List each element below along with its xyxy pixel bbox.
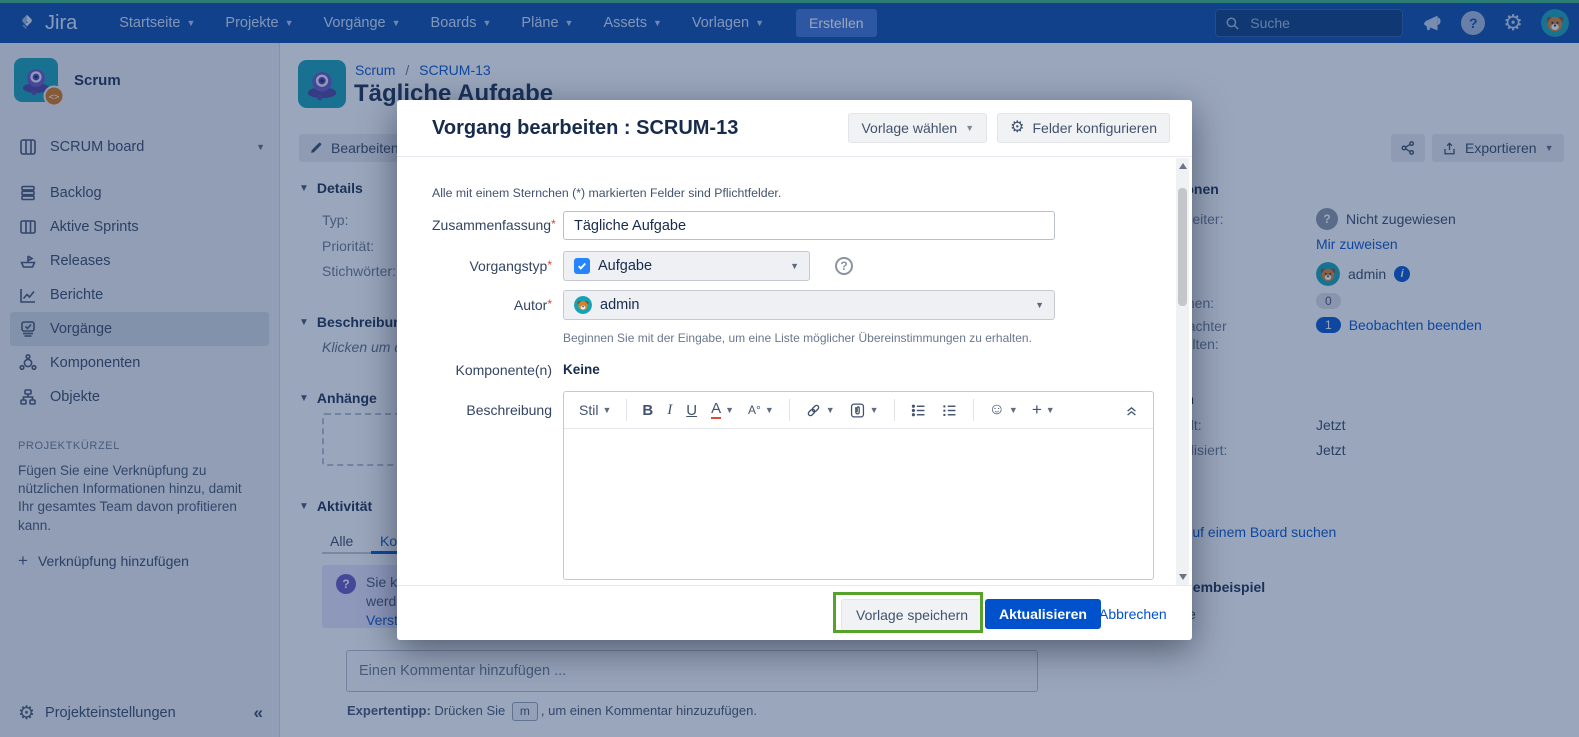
chevron-down-icon: ▼ bbox=[965, 124, 974, 133]
issuetype-label: Vorgangstyp* bbox=[432, 258, 552, 274]
attachment-icon[interactable]: ▼ bbox=[844, 399, 884, 422]
issuetype-help-icon[interactable]: ? bbox=[835, 257, 853, 275]
chevron-down-icon: ▼ bbox=[790, 262, 799, 271]
chevron-down-icon: ▼ bbox=[1035, 301, 1044, 310]
required-fields-note: Alle mit einem Sternchen (*) markierten … bbox=[432, 186, 781, 200]
scrollbar-thumb[interactable] bbox=[1178, 188, 1187, 306]
components-label: Komponente(n) bbox=[432, 362, 552, 378]
gear-icon: ⚙ bbox=[1010, 120, 1024, 136]
scroll-down-arrow[interactable] bbox=[1179, 574, 1187, 580]
issuetype-select[interactable]: Aufgabe ▼ bbox=[563, 251, 810, 281]
summary-input[interactable] bbox=[563, 211, 1055, 240]
chevron-down-icon: ▼ bbox=[765, 406, 774, 415]
chevron-down-icon: ▼ bbox=[1009, 406, 1018, 415]
configure-fields-button[interactable]: ⚙ Felder konfigurieren bbox=[997, 113, 1170, 143]
chevron-down-icon: ▼ bbox=[602, 406, 611, 415]
description-textarea[interactable] bbox=[564, 429, 1153, 579]
link-icon[interactable]: ▼ bbox=[800, 399, 840, 422]
chevron-down-icon: ▼ bbox=[870, 406, 879, 415]
dialog-title: Vorgang bearbeiten : SCRUM-13 bbox=[432, 117, 738, 140]
numbered-list-icon[interactable] bbox=[936, 399, 963, 422]
dialog-scrollbar[interactable] bbox=[1176, 158, 1189, 585]
insert-more-icon[interactable]: +▼ bbox=[1027, 397, 1060, 423]
app-root: Jira Startseite▼ Projekte▼ Vorgänge▼ Boa… bbox=[0, 0, 1579, 737]
style-dropdown[interactable]: Stil▼ bbox=[574, 399, 616, 421]
italic-icon[interactable]: I bbox=[662, 399, 677, 422]
annotation-highlight-box bbox=[833, 592, 983, 633]
admin-avatar bbox=[574, 296, 592, 314]
bold-icon[interactable]: B bbox=[637, 399, 658, 422]
edit-issue-dialog: Vorgang bearbeiten : SCRUM-13 Vorlage wä… bbox=[397, 100, 1192, 640]
choose-template-button[interactable]: Vorlage wählen ▼ bbox=[848, 113, 987, 143]
scroll-up-arrow[interactable] bbox=[1179, 163, 1187, 169]
dialog-header: Vorgang bearbeiten : SCRUM-13 Vorlage wä… bbox=[397, 100, 1192, 157]
update-button[interactable]: Aktualisieren bbox=[985, 599, 1101, 629]
chevron-down-icon: ▼ bbox=[1046, 406, 1055, 415]
task-type-icon bbox=[574, 258, 590, 274]
chevron-down-icon: ▼ bbox=[725, 406, 734, 415]
emoji-icon[interactable]: ☺▼ bbox=[984, 398, 1023, 422]
components-value: Keine bbox=[563, 362, 600, 377]
author-field-label: Autor* bbox=[432, 297, 552, 313]
collapse-toolbar-icon[interactable] bbox=[1120, 401, 1143, 420]
underline-icon[interactable]: U bbox=[681, 399, 702, 422]
text-color-icon[interactable]: A▼ bbox=[706, 398, 739, 422]
author-select[interactable]: admin ▼ bbox=[563, 290, 1055, 320]
chevron-down-icon: ▼ bbox=[826, 406, 835, 415]
bullet-list-icon[interactable] bbox=[905, 399, 932, 422]
dialog-footer: Vorlage speichern Aktualisieren Abbreche… bbox=[397, 585, 1192, 641]
required-marker: * bbox=[547, 258, 552, 272]
required-marker: * bbox=[547, 297, 552, 311]
editor-toolbar: Stil▼ B I U A▼ A°▼ ▼ ▼ bbox=[564, 392, 1153, 429]
summary-label: Zusammenfassung* bbox=[432, 217, 552, 233]
text-format-icon[interactable]: A°▼ bbox=[743, 400, 779, 420]
description-editor[interactable]: Stil▼ B I U A▼ A°▼ ▼ ▼ bbox=[563, 391, 1154, 580]
description-field-label: Beschreibung bbox=[432, 402, 552, 418]
author-hint: Beginnen Sie mit der Eingabe, um eine Li… bbox=[563, 331, 1032, 345]
required-marker: * bbox=[551, 217, 556, 231]
cancel-button[interactable]: Abbrechen bbox=[1099, 606, 1167, 622]
